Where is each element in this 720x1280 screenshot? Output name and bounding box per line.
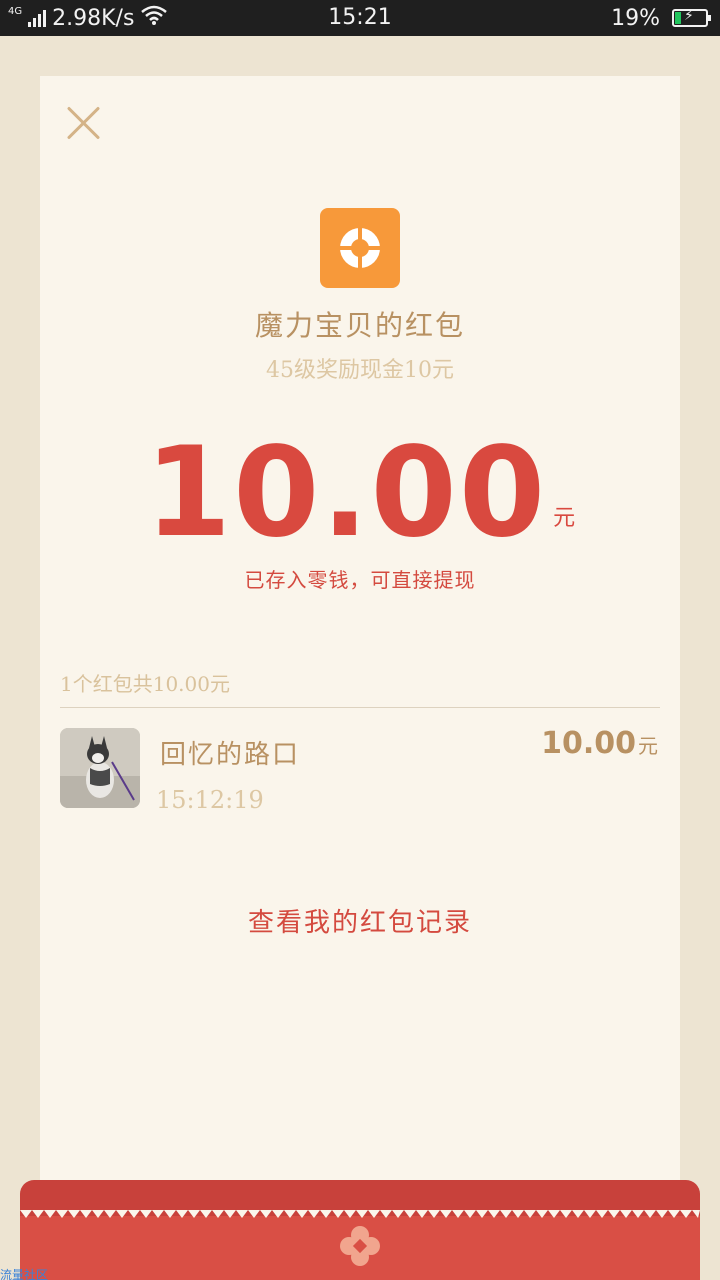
charging-icon: ⚡ bbox=[684, 8, 694, 24]
app-logo-icon bbox=[320, 208, 400, 288]
record-name: 回忆的路口 bbox=[160, 740, 301, 770]
battery-fill bbox=[675, 12, 681, 24]
record-amount-unit: 元 bbox=[638, 734, 658, 758]
sender-title: 魔力宝贝的红包 bbox=[254, 309, 465, 342]
zigzag-edge bbox=[20, 1210, 700, 1218]
status-bar: 4G 2.98K/s 15:21 19% ⚡ bbox=[0, 0, 720, 36]
record-amount-value: 10.00 bbox=[541, 726, 636, 761]
amount-display: 10.00 元 bbox=[40, 428, 680, 558]
husky-dog-photo bbox=[60, 728, 140, 808]
flower-emblem-icon bbox=[340, 1226, 380, 1266]
red-packet-detail-card: 魔力宝贝的红包 45级奖励现金10元 10.00 元 已存入零钱，可直接提现 1个… bbox=[40, 76, 680, 1216]
view-history-link[interactable]: 查看我的红包记录 bbox=[40, 902, 680, 939]
close-icon[interactable] bbox=[66, 104, 102, 140]
avatar[interactable] bbox=[60, 728, 140, 808]
record-amount: 10.00 元 bbox=[541, 726, 658, 761]
list-item[interactable]: 回忆的路口 15:12:19 10.00 元 bbox=[60, 726, 660, 818]
amount-unit: 元 bbox=[553, 506, 576, 531]
status-right: 19% ⚡ bbox=[611, 0, 711, 36]
battery-icon: ⚡ bbox=[672, 8, 711, 27]
amount-value: 10.00 bbox=[144, 421, 548, 565]
watermark: 流量社区 bbox=[0, 1268, 49, 1280]
record-time: 15:12:19 bbox=[156, 786, 264, 814]
packet-summary: 1个红包共10.00元 bbox=[60, 672, 230, 696]
packet-subtitle: 45级奖励现金10元 bbox=[266, 358, 454, 383]
deposit-note: 已存入零钱，可直接提现 bbox=[244, 568, 476, 592]
battery-percent: 19% bbox=[611, 5, 660, 31]
divider bbox=[60, 707, 660, 708]
red-packet-footer bbox=[20, 1180, 700, 1280]
